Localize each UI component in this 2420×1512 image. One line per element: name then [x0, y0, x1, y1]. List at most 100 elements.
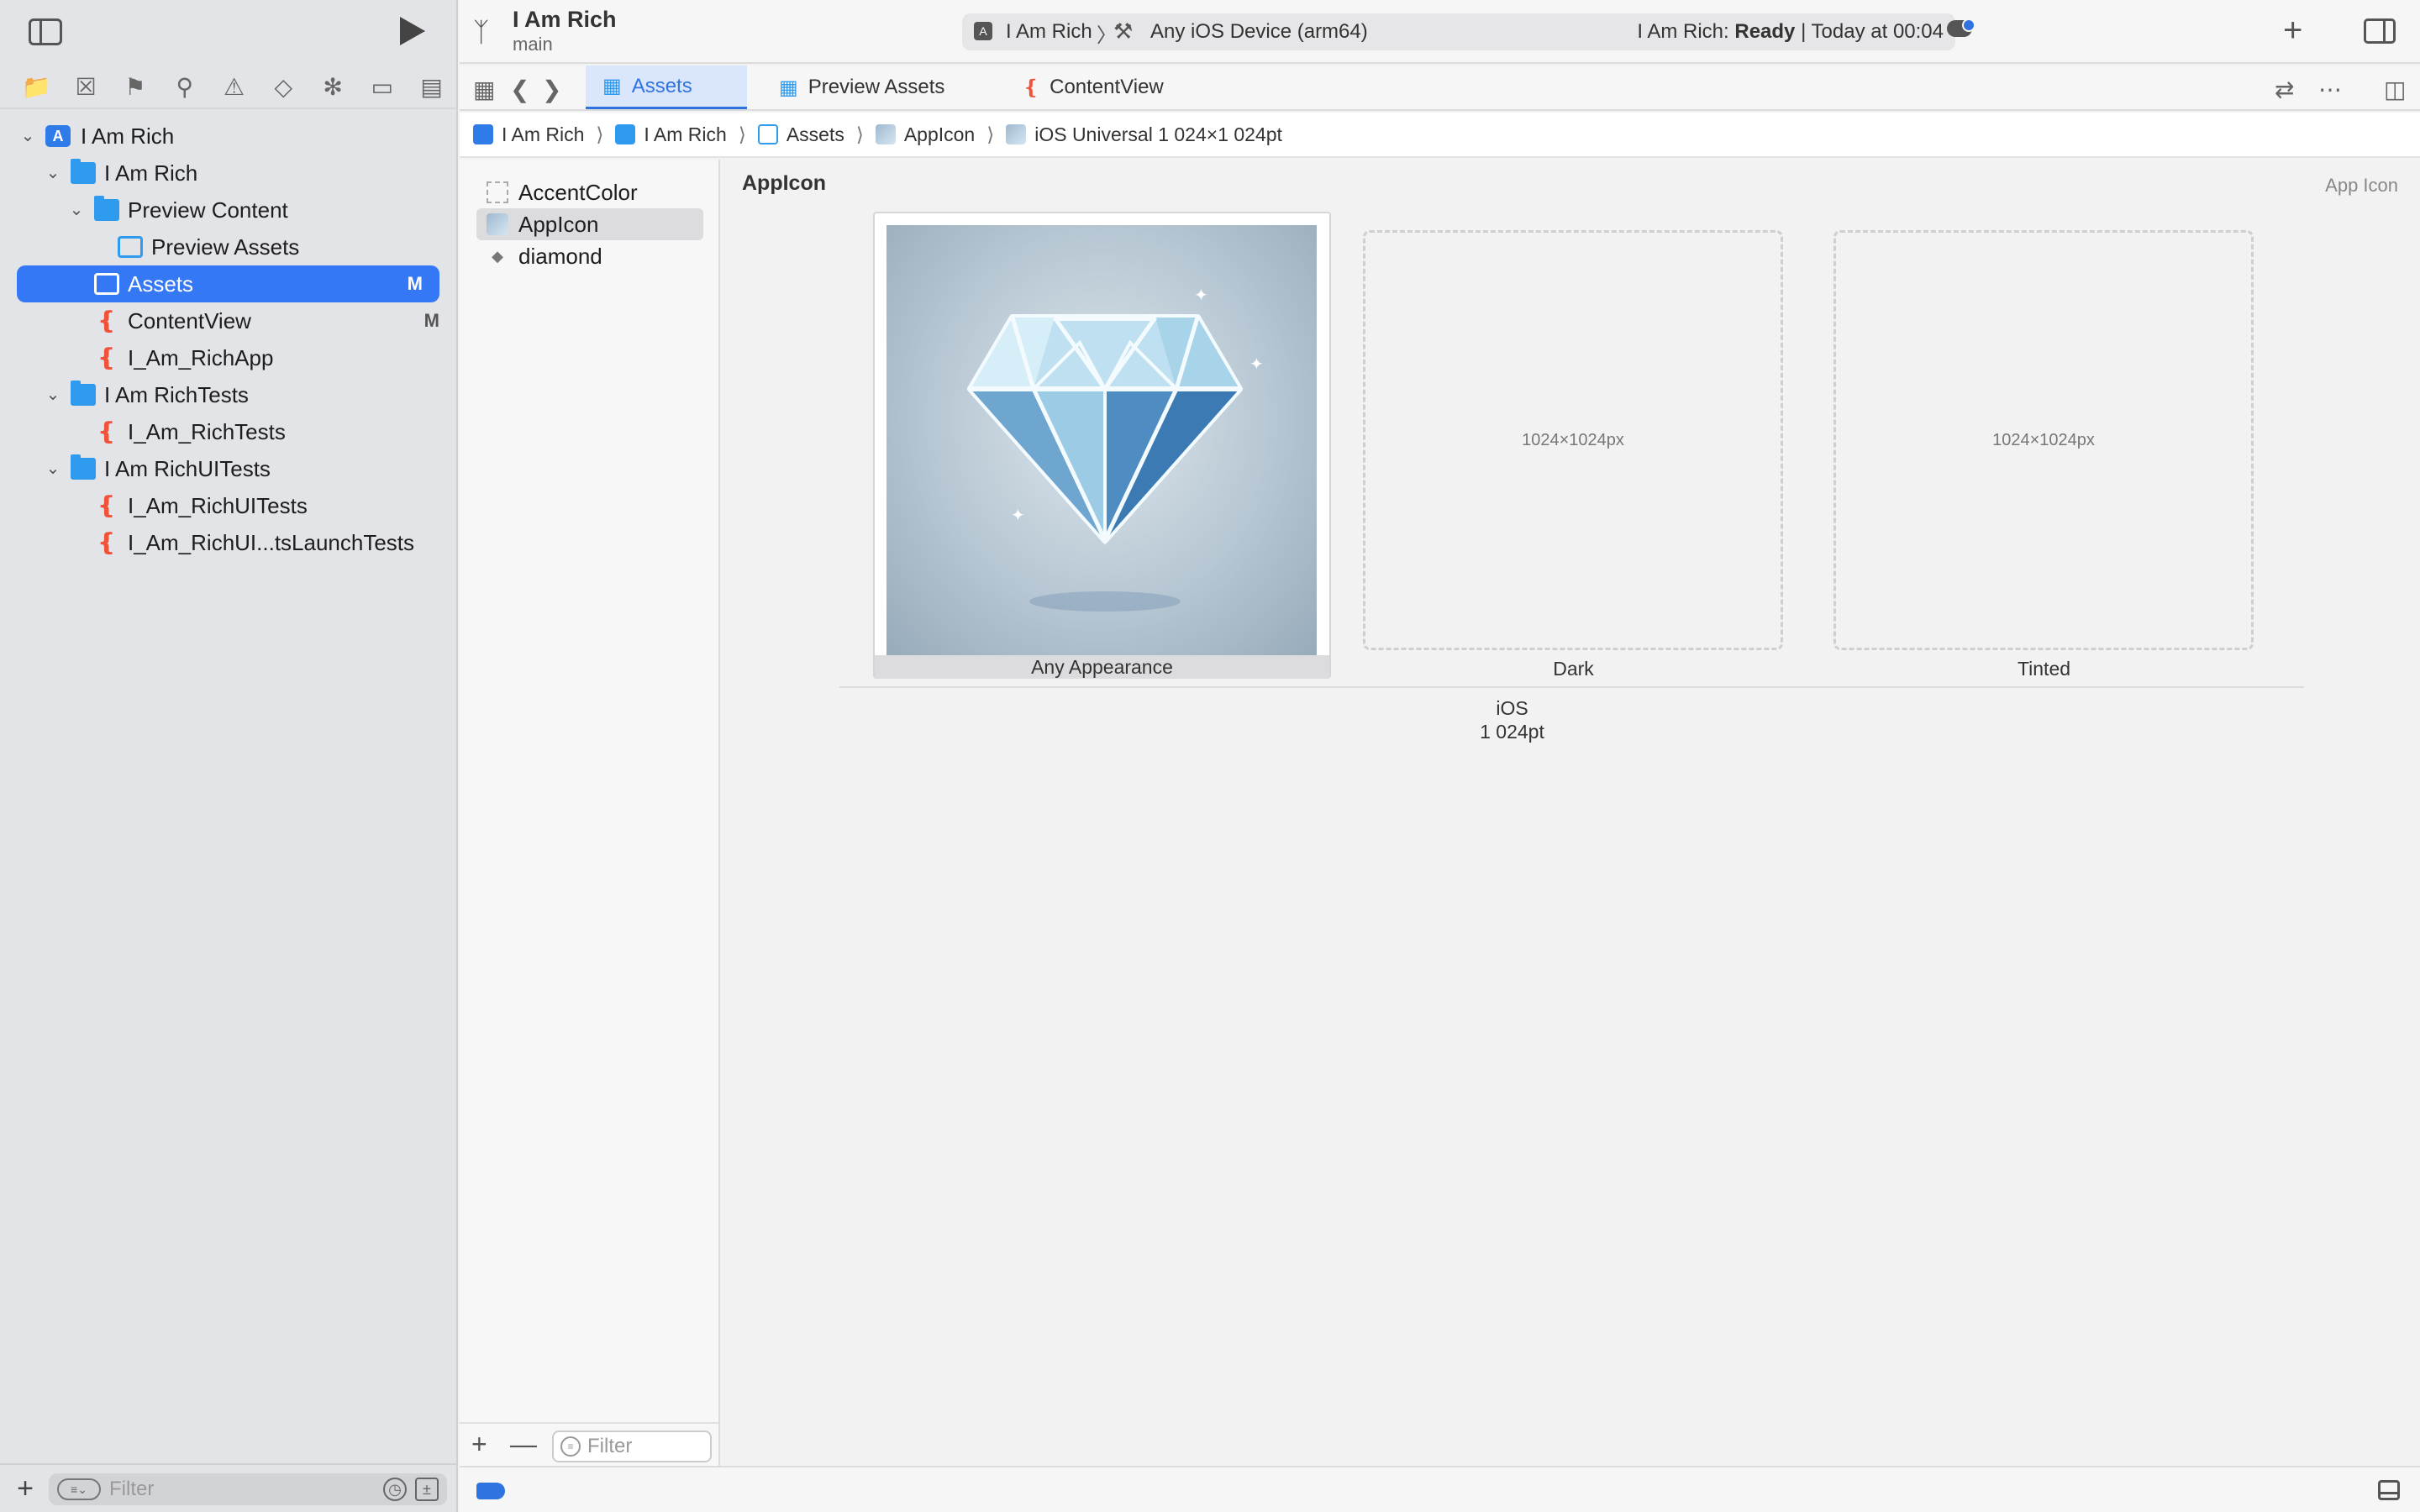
back-arrow-icon[interactable]: ❮ [510, 76, 529, 103]
scheme-selector[interactable]: I Am Rich [1006, 20, 1092, 44]
chevron-down-icon[interactable]: ⌄ [44, 155, 62, 192]
breadcrumb: I Am Rich ⟩ I Am Rich ⟩ Assets ⟩ AppIcon… [460, 113, 2420, 158]
issue-icon[interactable]: ⚠ [209, 65, 259, 108]
library-add-icon[interactable]: + [2283, 12, 2302, 50]
breadcrumb-item[interactable]: I Am Rich [473, 123, 584, 146]
slot-label: Tinted [2017, 658, 2071, 680]
asset-filter-field[interactable]: ≡ Filter [552, 1431, 712, 1462]
chevron-down-icon[interactable]: ⌄ [18, 118, 37, 155]
app-icon-variant-icon [1006, 124, 1027, 144]
tree-row-swift[interactable]: ❴ I_Am_RichTests [0, 413, 456, 450]
breadcrumb-label: I Am Rich [502, 123, 585, 145]
asset-list-footer: + — ≡ Filter [460, 1422, 718, 1466]
find-icon[interactable]: ⚲ [160, 65, 209, 108]
breadcrumb-label: iOS Universal 1 024×1 024pt [1034, 123, 1282, 145]
breadcrumb-item[interactable]: Assets [757, 123, 844, 146]
icon-slot-any-appearance[interactable]: ✦ ✦ ✦ Any Appearance [873, 212, 1331, 679]
split-editor-icon[interactable]: ◫ [2384, 76, 2406, 103]
filter-placeholder: Filter [109, 1478, 155, 1500]
tree-row-label: ContentView [128, 308, 251, 333]
debug-area-toggle-icon[interactable] [2378, 1480, 2400, 1500]
more-options-icon[interactable]: ⋯ [2318, 76, 2342, 103]
image-set-icon: ◆ [492, 248, 503, 265]
tab-assets[interactable]: ▦ Assets [586, 66, 747, 109]
empty-slot-dropzone[interactable]: 1024×1024px [1833, 230, 2254, 650]
add-asset-button[interactable]: + [471, 1429, 487, 1460]
project-icon [473, 124, 493, 144]
tree-row-label: Preview Assets [151, 234, 300, 260]
tab-preview-assets[interactable]: ▦ Preview Assets [762, 66, 989, 109]
run-destination-selector[interactable]: Any iOS Device (arm64) [1150, 20, 1368, 44]
tree-row-folder[interactable]: ⌄ I Am RichUITests [0, 450, 456, 487]
folder-icon [615, 124, 636, 144]
tab-contentview[interactable]: ❴ ContentView [1006, 66, 1216, 109]
editor-tab-bar: ▦ ❮ ❯ ▦ Assets ▦ Preview Assets ❴ Conten… [460, 66, 2420, 111]
bookmark-icon[interactable]: ⚑ [111, 65, 160, 108]
forward-arrow-icon[interactable]: ❯ [542, 76, 561, 103]
asset-catalog-icon [118, 236, 143, 258]
test-icon[interactable]: ◇ [259, 65, 308, 108]
tree-row-project[interactable]: ⌄ A I Am Rich [0, 118, 456, 155]
tree-row-folder[interactable]: ⌄ I Am RichTests [0, 376, 456, 413]
empty-slot-dropzone[interactable]: 1024×1024px [1363, 230, 1783, 650]
source-control-icon[interactable]: ☒ [61, 65, 111, 108]
navigator-filter-field[interactable]: ≡⌄ Filter ◷ ± [49, 1473, 447, 1505]
grid-icon[interactable]: ▦ [473, 76, 495, 103]
swift-icon: ❴ [97, 418, 117, 444]
tree-row-label: I_Am_RichApp [128, 345, 274, 370]
tree-row-swift[interactable]: ❴ I_Am_RichUITests [0, 487, 456, 524]
svg-text:✦: ✦ [1011, 505, 1025, 525]
chevron-down-icon[interactable]: ⌄ [44, 376, 62, 413]
assets-icon: ▦ [602, 75, 622, 97]
swift-icon: ❴ [97, 529, 117, 555]
tree-row-folder[interactable]: ⌄ I Am Rich [0, 155, 456, 192]
remove-asset-button[interactable]: — [510, 1429, 537, 1460]
icon-slot-tinted[interactable]: 1024×1024px Tinted [1815, 212, 2273, 680]
breadcrumb-item[interactable]: AppIcon [875, 123, 976, 146]
source-control-filter-icon[interactable]: ± [415, 1478, 439, 1501]
navigator-filter-bar: + ≡⌄ Filter ◷ ± [0, 1463, 458, 1512]
chevron-down-icon[interactable]: ⌄ [67, 192, 86, 228]
asset-item-appicon[interactable]: AppIcon [476, 208, 703, 240]
build-status-project: I Am Rich: [1637, 20, 1735, 43]
tree-row-label: I_Am_RichUI...tsLaunchTests [128, 530, 415, 555]
chevron-right-icon: ⟩ [596, 123, 604, 145]
app-icon-set-icon [875, 124, 896, 144]
branch-icon[interactable]: ᛉ [473, 17, 489, 48]
tree-row-swift[interactable]: ❴ I_Am_RichApp [0, 339, 456, 376]
tab-label: Assets [631, 74, 692, 97]
tree-row-swift[interactable]: ❴ I_Am_RichUI...tsLaunchTests [0, 524, 456, 561]
debug-icon[interactable]: ✻ [308, 65, 358, 108]
slot-label: Dark [1553, 658, 1594, 680]
tree-row-folder[interactable]: ⌄ Preview Content [0, 192, 456, 228]
breadcrumb-item[interactable]: iOS Universal 1 024×1 024pt [1006, 123, 1282, 146]
recent-files-icon[interactable]: ◷ [383, 1478, 407, 1501]
chevron-right-icon: ⟩ [738, 123, 746, 145]
tree-row-swift[interactable]: ❴ ContentView M [0, 302, 456, 339]
swift-icon: ❴ [97, 307, 117, 333]
add-file-button[interactable]: + [0, 1473, 50, 1505]
cloud-status-icon[interactable] [1947, 18, 1975, 37]
breakpoints-toggle-icon[interactable] [476, 1483, 505, 1499]
slot-size-hint: 1024×1024px [1522, 430, 1624, 449]
swap-icon[interactable]: ⇄ [2275, 76, 2294, 103]
filter-options-icon[interactable]: ≡⌄ [57, 1478, 101, 1500]
tree-row-assets-selected[interactable]: Assets M [17, 265, 439, 302]
chevron-down-icon[interactable]: ⌄ [44, 450, 62, 487]
asset-item-diamond[interactable]: ◆ diamond [476, 240, 703, 272]
breadcrumb-label: AppIcon [903, 123, 976, 145]
icon-slot-dark[interactable]: 1024×1024px Dark [1344, 212, 1802, 680]
activity-view: A I Am Rich 〉 ⚒ Any iOS Device (arm64) I… [962, 13, 1955, 50]
inspector-toggle-icon[interactable] [2364, 18, 2396, 44]
run-button[interactable] [400, 17, 425, 45]
report-icon[interactable]: ▤ [407, 65, 456, 108]
breadcrumb-item[interactable]: I Am Rich [615, 123, 727, 146]
breakpoint-icon[interactable]: ▭ [357, 65, 407, 108]
asset-label: diamond [518, 243, 602, 269]
asset-label: AccentColor [518, 179, 638, 205]
tree-row-assets[interactable]: Preview Assets [0, 228, 456, 265]
asset-item-accentcolor[interactable]: AccentColor [476, 176, 703, 208]
sidebar-toggle-icon[interactable] [29, 18, 62, 45]
group-size-label: 1 024pt [1480, 721, 1544, 743]
folder-icon[interactable]: 📁 [12, 65, 61, 108]
